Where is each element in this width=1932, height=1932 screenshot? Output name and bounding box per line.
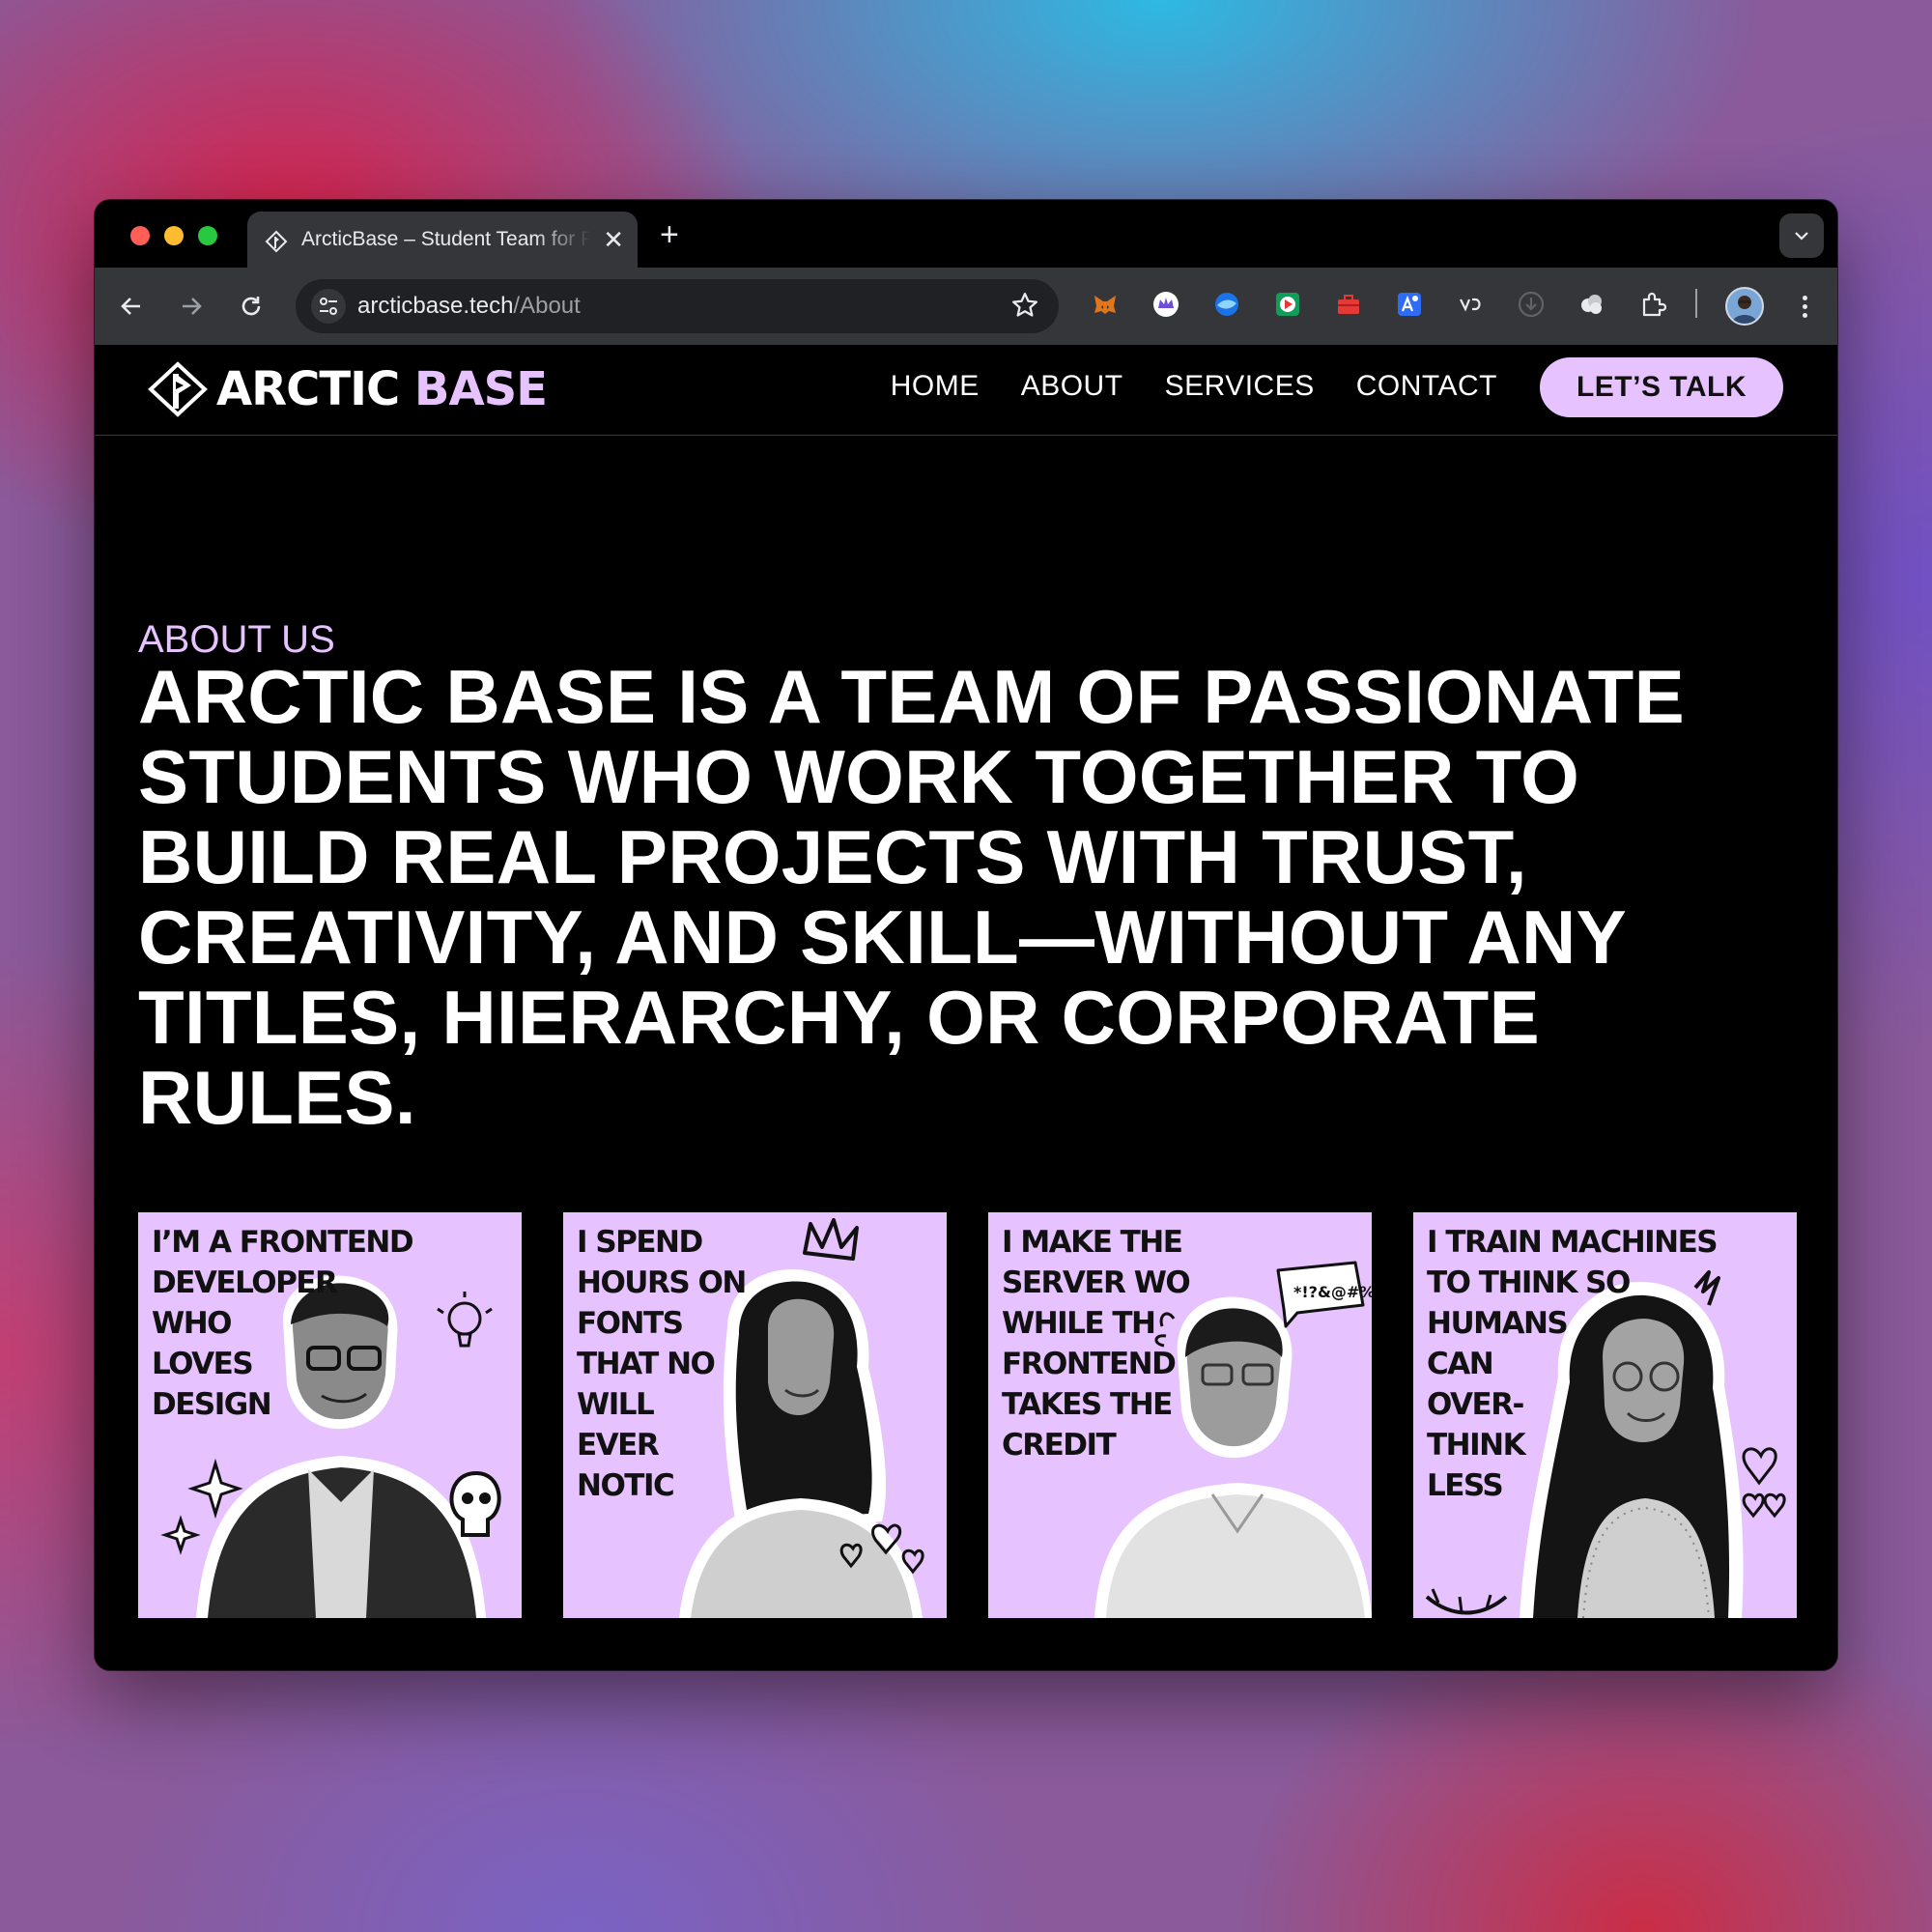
back-button[interactable] bbox=[114, 289, 149, 324]
url-host: arcticbase.tech bbox=[357, 293, 514, 319]
arrow-right-icon bbox=[183, 298, 202, 315]
bookmark-star-icon[interactable] bbox=[1010, 291, 1039, 320]
arrow-left-icon bbox=[121, 298, 140, 315]
tab-close-icon[interactable]: ✕ bbox=[603, 225, 624, 254]
crown-extension-icon[interactable] bbox=[1151, 289, 1181, 320]
profile-avatar[interactable] bbox=[1725, 287, 1764, 326]
svg-text:*!?&@#%: *!?&@#% bbox=[1293, 1283, 1372, 1301]
active-tab[interactable]: ArcticBase – Student Team for Real Proje… bbox=[247, 212, 638, 268]
page-viewport: ARCTIC BASE HOME ABOUT SERVICES CONTACT … bbox=[95, 346, 1837, 1670]
play-extension-icon[interactable] bbox=[1272, 289, 1303, 320]
new-tab-icon[interactable]: + bbox=[660, 215, 679, 254]
site-logo[interactable]: ARCTIC BASE bbox=[147, 360, 548, 418]
team-card: I SPEND HOURS ON FONTS THAT NO WILL EVER… bbox=[563, 1212, 947, 1618]
url-text[interactable]: arcticbase.tech/About bbox=[357, 293, 581, 320]
minimize-window-button[interactable] bbox=[164, 226, 184, 245]
download-extension-icon[interactable] bbox=[1516, 289, 1547, 320]
team-card: I MAKE THE SERVER WO WHILE TH FRONTEND T… bbox=[988, 1212, 1372, 1618]
arcticbase-favicon-icon bbox=[265, 230, 288, 253]
cloud-extension-icon[interactable] bbox=[1577, 289, 1607, 320]
site-settings-icon[interactable] bbox=[311, 289, 346, 324]
team-card: I TRAIN MACHINES TO THINK SO HUMANS CAN … bbox=[1413, 1212, 1797, 1618]
about-headline: ARCTIC BASE IS A TEAM OF PASSIONATE STUD… bbox=[138, 654, 1685, 1140]
team-card-text: I TRAIN MACHINES TO THINK SO HUMANS CAN … bbox=[1427, 1225, 1719, 1503]
arctic-base-logo-icon bbox=[148, 361, 208, 417]
logo-accent-text: BASE bbox=[413, 362, 548, 416]
translate-extension-icon[interactable] bbox=[1394, 289, 1425, 320]
puzzle-icon[interactable] bbox=[1637, 289, 1668, 320]
lets-talk-button[interactable]: LET’S TALK bbox=[1540, 357, 1783, 417]
nav-contact[interactable]: CONTACT bbox=[1356, 370, 1497, 403]
close-window-button[interactable] bbox=[130, 226, 150, 245]
url-path: /About bbox=[513, 293, 581, 319]
chevron-down-icon bbox=[1795, 232, 1808, 241]
tab-bar: ArcticBase – Student Team for Real Proje… bbox=[95, 200, 1837, 268]
site-header: ARCTIC BASE HOME ABOUT SERVICES CONTACT … bbox=[95, 346, 1837, 436]
reload-button[interactable] bbox=[234, 289, 269, 324]
tab-title: ArcticBase – Student Team for Real Proje… bbox=[301, 228, 591, 250]
forward-button[interactable] bbox=[174, 289, 209, 324]
team-card-text: I MAKE THE SERVER WO WHILE TH FRONTEND T… bbox=[1002, 1225, 1191, 1463]
metamask-icon[interactable] bbox=[1090, 289, 1121, 320]
team-card-text: I SPEND HOURS ON FONTS THAT NO WILL EVER… bbox=[577, 1225, 747, 1503]
globe-extension-icon[interactable] bbox=[1211, 289, 1242, 320]
nav-about[interactable]: ABOUT bbox=[1021, 370, 1123, 403]
browser-menu-icon[interactable] bbox=[1795, 287, 1814, 326]
tab-search-button[interactable] bbox=[1779, 213, 1824, 258]
reload-icon bbox=[242, 297, 261, 316]
browser-window: ArcticBase – Student Team for Real Proje… bbox=[95, 200, 1837, 1670]
logo-main-text: ARCTIC bbox=[216, 362, 400, 416]
toolbar-divider bbox=[1695, 289, 1697, 318]
browser-toolbar: arcticbase.tech/About bbox=[95, 268, 1837, 345]
team-card-text: I’M A FRONTEND DEVELOPER WHO LOVES DESIG… bbox=[152, 1225, 414, 1422]
main-nav: HOME ABOUT SERVICES CONTACT bbox=[891, 370, 1497, 403]
nav-services[interactable]: SERVICES bbox=[1165, 370, 1315, 403]
nav-home[interactable]: HOME bbox=[891, 370, 980, 403]
vd-extension-icon[interactable] bbox=[1455, 289, 1486, 320]
logo-wordmark: ARCTIC BASE bbox=[216, 362, 548, 416]
team-card: I’M A FRONTEND DEVELOPER WHO LOVES DESIG… bbox=[138, 1212, 522, 1618]
address-bar[interactable]: arcticbase.tech/About bbox=[296, 279, 1059, 333]
maximize-window-button[interactable] bbox=[198, 226, 217, 245]
toolbox-extension-icon[interactable] bbox=[1333, 289, 1364, 320]
